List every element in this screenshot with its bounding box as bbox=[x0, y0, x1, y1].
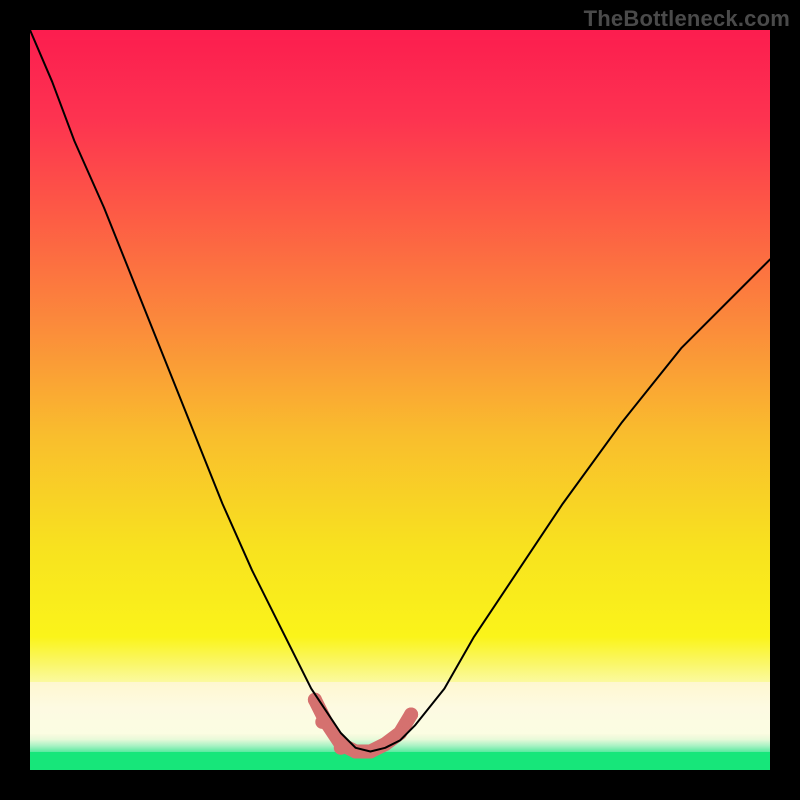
accent-dot bbox=[315, 715, 329, 729]
chart-frame: TheBottleneck.com bbox=[0, 0, 800, 800]
accent-dot bbox=[334, 741, 348, 755]
curve-layer bbox=[30, 30, 770, 770]
v-curve bbox=[30, 30, 770, 752]
plot-area bbox=[30, 30, 770, 770]
watermark-text: TheBottleneck.com bbox=[584, 6, 790, 32]
accent-dot bbox=[393, 726, 407, 740]
accent-dot bbox=[404, 708, 418, 722]
accent-bottom-segment bbox=[315, 700, 411, 752]
